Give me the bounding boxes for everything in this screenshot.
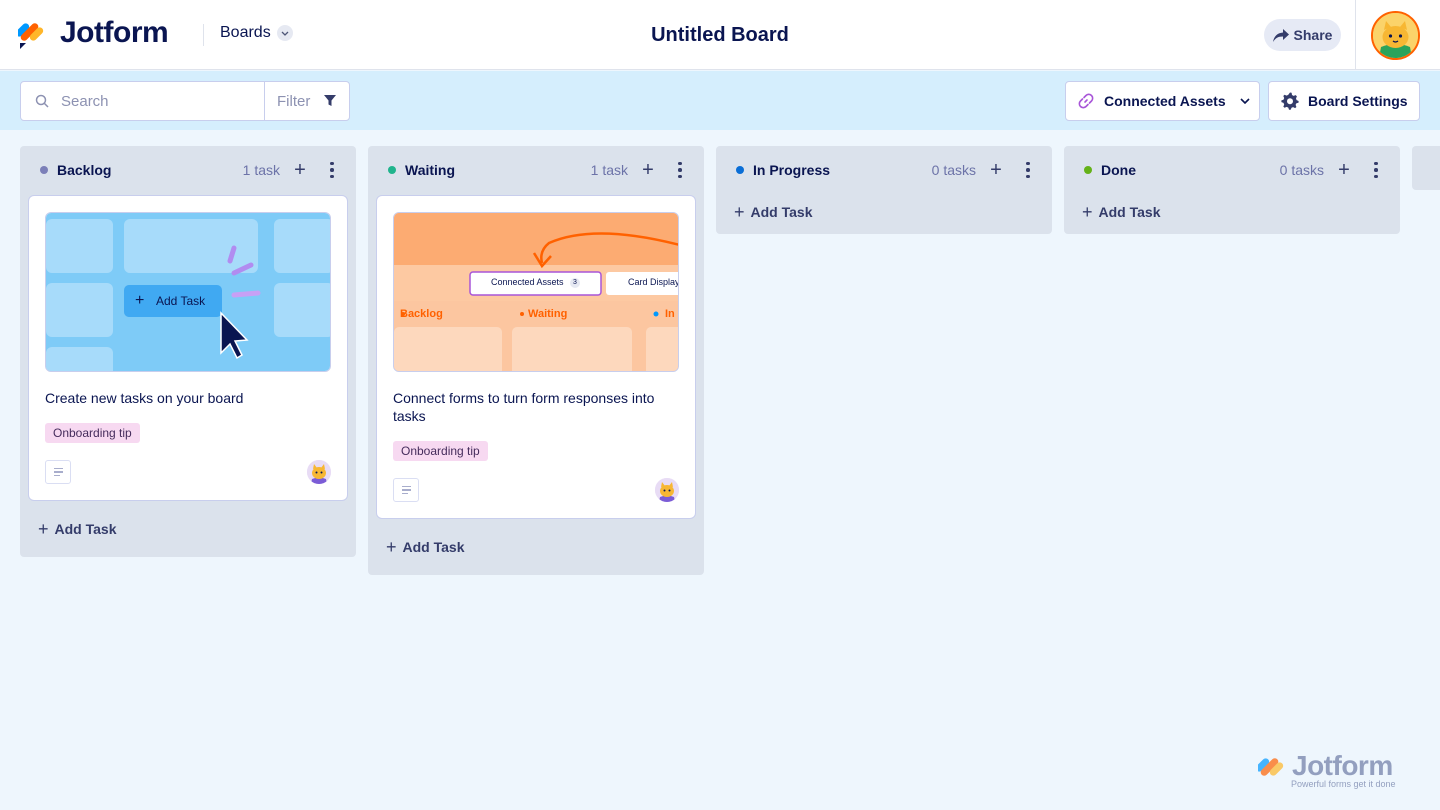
column-done: Done 0 tasks + + Add Task bbox=[1064, 146, 1400, 234]
jotform-logo[interactable]: Jotform bbox=[18, 16, 169, 50]
add-task-button[interactable]: + Add Task bbox=[716, 190, 1052, 234]
plus-icon: + bbox=[734, 201, 745, 222]
add-task-button[interactable]: + Add Task bbox=[368, 519, 704, 575]
task-card[interactable]: + Add Task Create new tasks on your boar… bbox=[28, 195, 348, 501]
board-toolbar: Filter Connected Assets Board Settings bbox=[0, 71, 1440, 130]
watermark-text: Jotform bbox=[1292, 750, 1393, 781]
card-footer bbox=[393, 478, 679, 502]
plus-icon[interactable]: + bbox=[1336, 160, 1352, 180]
connected-assets-dropdown[interactable]: Connected Assets bbox=[1065, 81, 1260, 121]
image-assets-text: Connected Assets bbox=[491, 277, 564, 287]
filter-label: Filter bbox=[277, 92, 311, 110]
assignee-avatar[interactable] bbox=[655, 478, 679, 502]
search-icon bbox=[35, 94, 49, 108]
status-dot bbox=[388, 166, 396, 174]
gear-icon bbox=[1281, 92, 1299, 110]
app-header: Jotform Boards Untitled Board Share bbox=[0, 0, 1440, 70]
description-icon bbox=[45, 460, 71, 484]
jotform-logo-icon bbox=[1258, 758, 1284, 776]
jotform-logo-icon bbox=[18, 23, 44, 49]
status-dot bbox=[40, 166, 48, 174]
add-task-button[interactable]: + Add Task bbox=[1064, 190, 1400, 234]
column-title[interactable]: In Progress bbox=[753, 162, 830, 178]
column-header: Done 0 tasks + bbox=[1064, 146, 1400, 194]
column-backlog: Backlog 1 task + + Add Task Create new t… bbox=[20, 146, 356, 557]
boards-label: Boards bbox=[220, 24, 271, 41]
share-label: Share bbox=[1293, 27, 1333, 43]
status-dot bbox=[1084, 166, 1092, 174]
watermark-tagline: Powerful forms get it done bbox=[1291, 779, 1396, 789]
column-waiting: Waiting 1 task + Connected Assets 3 Card… bbox=[368, 146, 704, 575]
plus-icon: + bbox=[386, 536, 397, 557]
board-title[interactable]: Untitled Board bbox=[620, 24, 820, 47]
image-add-task-text: Add Task bbox=[156, 294, 206, 308]
share-button[interactable]: Share bbox=[1264, 19, 1341, 51]
board-settings-button[interactable]: Board Settings bbox=[1268, 81, 1420, 121]
column-in-progress: In Progress 0 tasks + + Add Task bbox=[716, 146, 1052, 234]
assignee-avatar[interactable] bbox=[307, 460, 331, 484]
plus-icon[interactable]: + bbox=[640, 160, 656, 180]
task-count: 0 tasks bbox=[1279, 162, 1324, 178]
more-options-icon[interactable] bbox=[326, 160, 338, 180]
more-options-icon[interactable] bbox=[1370, 160, 1382, 180]
add-task-label: Add Task bbox=[750, 204, 813, 220]
add-column-peek[interactable] bbox=[1412, 146, 1440, 190]
share-icon bbox=[1272, 28, 1289, 42]
more-options-icon[interactable] bbox=[1022, 160, 1034, 180]
filter-button[interactable]: Filter bbox=[264, 81, 350, 121]
image-assets-count: 3 bbox=[570, 278, 580, 288]
card-title: Connect forms to turn form responses int… bbox=[393, 390, 655, 424]
boards-dropdown[interactable]: Boards bbox=[220, 24, 293, 42]
image-plus-icon: + bbox=[135, 292, 145, 309]
task-card[interactable]: Connected Assets 3 Card Display Backlog … bbox=[376, 195, 696, 519]
column-header: Waiting 1 task + bbox=[368, 146, 704, 194]
card-image: + Add Task bbox=[45, 212, 331, 372]
column-title[interactable]: Waiting bbox=[405, 162, 455, 178]
search-box[interactable] bbox=[20, 81, 265, 121]
logo-text: Jotform bbox=[60, 16, 169, 49]
filter-icon bbox=[324, 95, 337, 106]
image-col2-text: Waiting bbox=[528, 308, 568, 320]
tag-badge: Onboarding tip bbox=[393, 441, 488, 461]
card-title: Create new tasks on your board bbox=[45, 390, 244, 406]
task-count: 1 task bbox=[590, 162, 628, 178]
search-input[interactable] bbox=[61, 92, 241, 110]
image-col3-text: In bbox=[665, 308, 675, 320]
column-header: Backlog 1 task + bbox=[20, 146, 356, 194]
image-display-text: Card Display bbox=[628, 277, 679, 287]
header-separator bbox=[1355, 0, 1356, 70]
connected-assets-label: Connected Assets bbox=[1104, 93, 1226, 109]
board-settings-label: Board Settings bbox=[1308, 93, 1408, 109]
status-dot bbox=[736, 166, 744, 174]
chevron-down-icon bbox=[276, 25, 293, 41]
description-icon bbox=[393, 478, 419, 502]
card-image: Connected Assets 3 Card Display Backlog … bbox=[393, 212, 679, 372]
add-task-button[interactable]: + Add Task bbox=[20, 501, 356, 557]
jotform-watermark: Jotform Powerful forms get it done bbox=[1258, 750, 1410, 792]
tag-badge: Onboarding tip bbox=[45, 423, 140, 443]
add-task-label: Add Task bbox=[402, 539, 465, 555]
column-title[interactable]: Done bbox=[1101, 162, 1136, 178]
plus-icon: + bbox=[38, 518, 49, 539]
user-avatar[interactable] bbox=[1371, 11, 1420, 60]
card-footer bbox=[45, 460, 331, 484]
link-icon bbox=[1078, 93, 1094, 109]
header-divider bbox=[203, 24, 204, 46]
more-options-icon[interactable] bbox=[674, 160, 686, 180]
task-count: 1 task bbox=[242, 162, 280, 178]
task-count: 0 tasks bbox=[931, 162, 976, 178]
column-title[interactable]: Backlog bbox=[57, 162, 111, 178]
image-col1-text: Backlog bbox=[400, 308, 443, 320]
chevron-down-icon bbox=[1240, 98, 1250, 104]
plus-icon[interactable]: + bbox=[292, 160, 308, 180]
add-task-label: Add Task bbox=[1098, 204, 1161, 220]
plus-icon: + bbox=[1082, 201, 1093, 222]
add-task-label: Add Task bbox=[54, 521, 117, 537]
column-header: In Progress 0 tasks + bbox=[716, 146, 1052, 194]
plus-icon[interactable]: + bbox=[988, 160, 1004, 180]
